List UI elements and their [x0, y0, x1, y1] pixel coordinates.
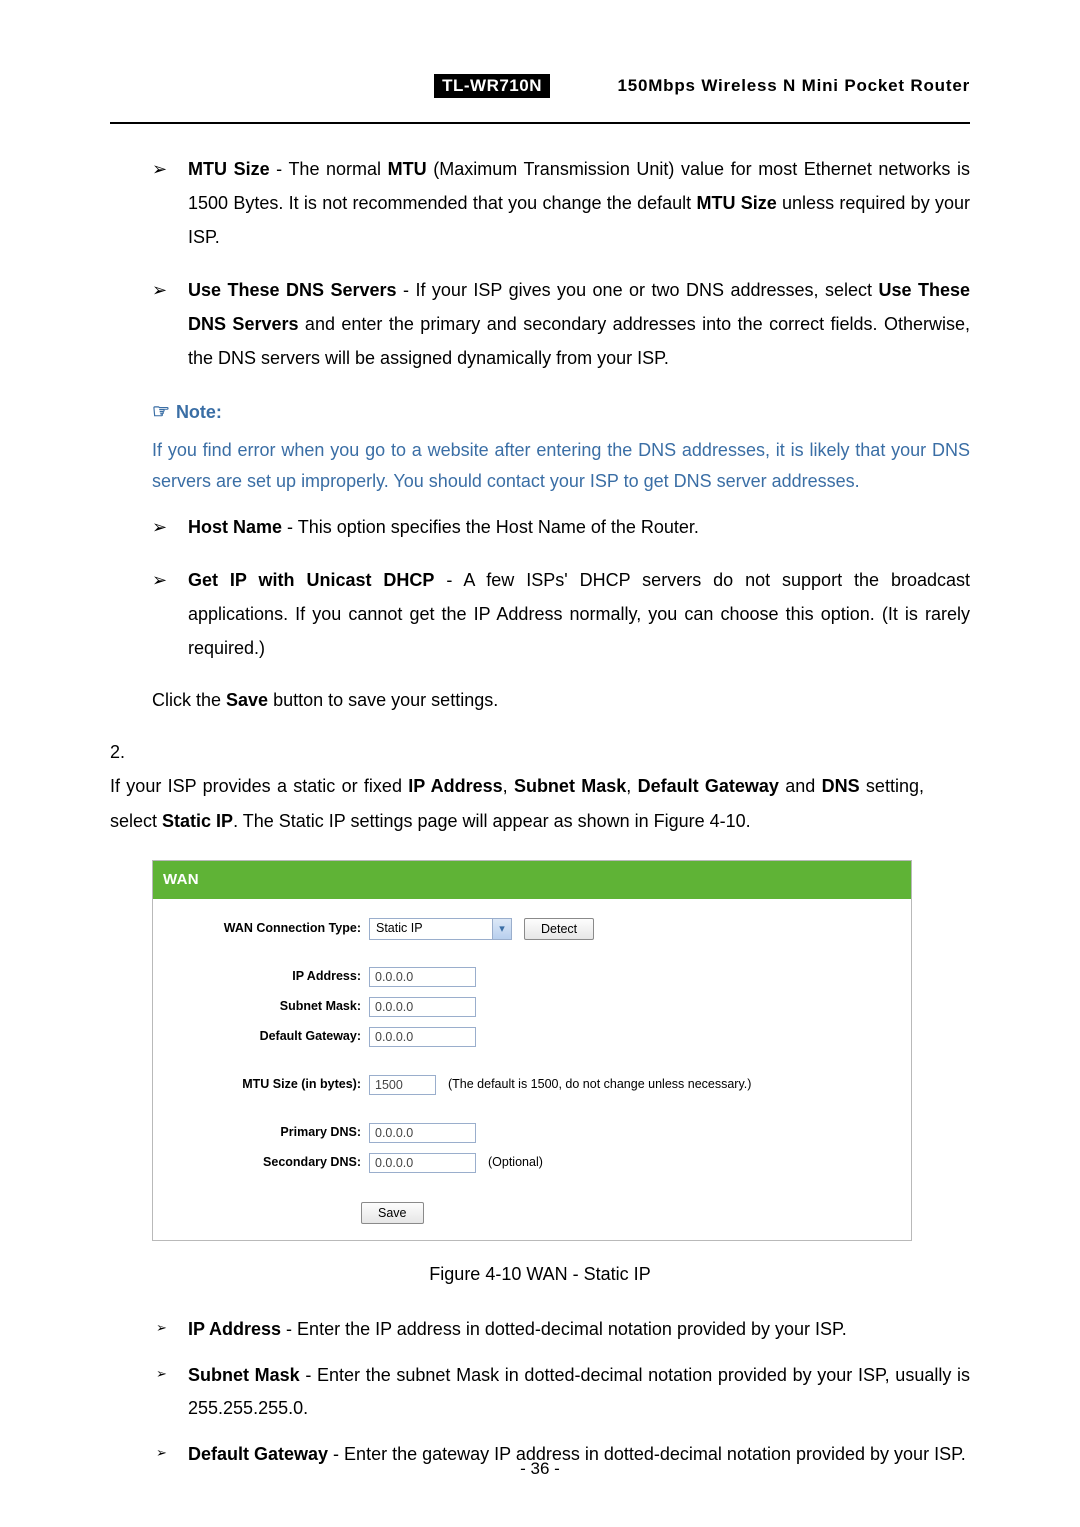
term: MTU Size — [696, 193, 776, 213]
text: This option specifies the Host Name of t… — [298, 517, 699, 537]
list-item: Use These DNS Servers - If your ISP give… — [110, 273, 970, 376]
detect-button[interactable]: Detect — [524, 918, 594, 940]
note-label: Note: — [176, 402, 222, 422]
save-instruction: Click the Save button to save your setti… — [152, 683, 970, 717]
figure-caption: Figure 4-10 WAN - Static IP — [110, 1257, 970, 1291]
mtu-size-label: MTU Size (in bytes): — [165, 1073, 369, 1097]
list-item: Get IP with Unicast DHCP - A few ISPs' D… — [110, 563, 970, 666]
ip-address-input[interactable]: 0.0.0.0 — [369, 967, 476, 987]
list-item: Subnet Mask - Enter the subnet Mask in d… — [110, 1359, 970, 1424]
default-gateway-input[interactable]: 0.0.0.0 — [369, 1027, 476, 1047]
subnet-mask-input[interactable]: 0.0.0.0 — [369, 997, 476, 1017]
header-rule — [110, 122, 970, 124]
text: , — [503, 776, 514, 796]
text: , — [626, 776, 637, 796]
wan-panel-body: WAN Connection Type: Static IP ▾ Detect … — [153, 899, 911, 1189]
text: and enter the primary and secondary addr… — [188, 314, 970, 368]
wan-panel-title: WAN — [153, 861, 911, 900]
term: Subnet Mask — [514, 776, 626, 796]
text: . The Static IP settings page will appea… — [233, 811, 751, 831]
default-gateway-label: Default Gateway: — [165, 1025, 369, 1049]
form-row: Subnet Mask: 0.0.0.0 — [165, 995, 899, 1019]
document-page: TL-WR710N 150Mbps Wireless N Mini Pocket… — [0, 0, 1080, 1527]
page-number: - 36 - — [0, 1459, 1080, 1479]
text: The normal — [288, 159, 387, 179]
list-item: Host Name - This option specifies the Ho… — [110, 510, 970, 544]
term: MTU — [388, 159, 427, 179]
primary-dns-input[interactable]: 0.0.0.0 — [369, 1123, 476, 1143]
chevron-down-icon[interactable]: ▾ — [492, 919, 511, 939]
term: IP Address — [188, 1319, 281, 1339]
form-row: WAN Connection Type: Static IP ▾ Detect — [165, 917, 899, 941]
term: Subnet Mask — [188, 1365, 300, 1385]
secondary-dns-input[interactable]: 0.0.0.0 — [369, 1153, 476, 1173]
mtu-hint: (The default is 1500, do not change unle… — [448, 1073, 751, 1097]
ip-address-label: IP Address: — [165, 965, 369, 989]
select-value: Static IP — [370, 917, 492, 941]
text: Enter the IP address in dotted-decimal n… — [297, 1319, 847, 1339]
bullet-list-top: MTU Size - The normal MTU (Maximum Trans… — [110, 152, 970, 375]
list-item: IP Address - Enter the IP address in dot… — [110, 1313, 970, 1345]
secondary-dns-label: Secondary DNS: — [165, 1151, 369, 1175]
numbered-item: 2. If your ISP provides a static or fixe… — [110, 735, 970, 838]
term: MTU Size — [188, 159, 270, 179]
pointing-hand-icon: ☞ — [152, 401, 170, 423]
model-badge: TL-WR710N — [434, 74, 550, 98]
text: Click the — [152, 690, 226, 710]
term: Host Name — [188, 517, 282, 537]
note-text: If you find error when you go to a websi… — [152, 435, 970, 496]
term: DNS — [822, 776, 860, 796]
mtu-size-input[interactable]: 1500 — [369, 1075, 436, 1095]
page-header: TL-WR710N 150Mbps Wireless N Mini Pocket… — [110, 74, 970, 102]
term: Save — [226, 690, 268, 710]
text: - — [281, 1319, 297, 1339]
save-button[interactable]: Save — [361, 1202, 424, 1224]
body: MTU Size - The normal MTU (Maximum Trans… — [110, 152, 970, 1471]
form-row: Primary DNS: 0.0.0.0 — [165, 1121, 899, 1145]
text: If your ISP gives you one or two DNS add… — [415, 280, 878, 300]
primary-dns-label: Primary DNS: — [165, 1121, 369, 1145]
term: Default Gateway — [638, 776, 779, 796]
term: Use These DNS Servers — [188, 280, 397, 300]
list-item: MTU Size - The normal MTU (Maximum Trans… — [110, 152, 970, 255]
header-subtitle: 150Mbps Wireless N Mini Pocket Router — [617, 76, 970, 96]
form-row: Default Gateway: 0.0.0.0 — [165, 1025, 899, 1049]
text: If your ISP provides a static or fixed — [110, 776, 408, 796]
term: IP Address — [408, 776, 502, 796]
item-number: 2. — [110, 735, 152, 769]
bullet-list-mid: Host Name - This option specifies the Ho… — [110, 510, 970, 665]
text: - — [434, 570, 463, 590]
form-row: IP Address: 0.0.0.0 — [165, 965, 899, 989]
wan-connection-type-label: WAN Connection Type: — [165, 917, 369, 941]
text: - — [397, 280, 416, 300]
secondary-dns-hint: (Optional) — [488, 1151, 543, 1175]
text: - — [282, 517, 298, 537]
form-row: MTU Size (in bytes): 1500 (The default i… — [165, 1073, 899, 1097]
term: Static IP — [162, 811, 233, 831]
text: - — [300, 1365, 317, 1385]
wan-connection-type-select[interactable]: Static IP ▾ — [369, 918, 512, 940]
term: Get IP with Unicast DHCP — [188, 570, 434, 590]
wan-panel: WAN WAN Connection Type: Static IP ▾ Det… — [152, 860, 912, 1241]
text: - — [270, 159, 289, 179]
text: and — [779, 776, 822, 796]
bullet-list-bottom: IP Address - Enter the IP address in dot… — [110, 1313, 970, 1471]
wan-panel-footer: Save — [153, 1189, 911, 1240]
note-heading: ☞ Note: — [152, 393, 970, 431]
item-body: If your ISP provides a static or fixed I… — [110, 769, 924, 837]
subnet-mask-label: Subnet Mask: — [165, 995, 369, 1019]
text: button to save your settings. — [268, 690, 498, 710]
form-row: Secondary DNS: 0.0.0.0 (Optional) — [165, 1151, 899, 1175]
